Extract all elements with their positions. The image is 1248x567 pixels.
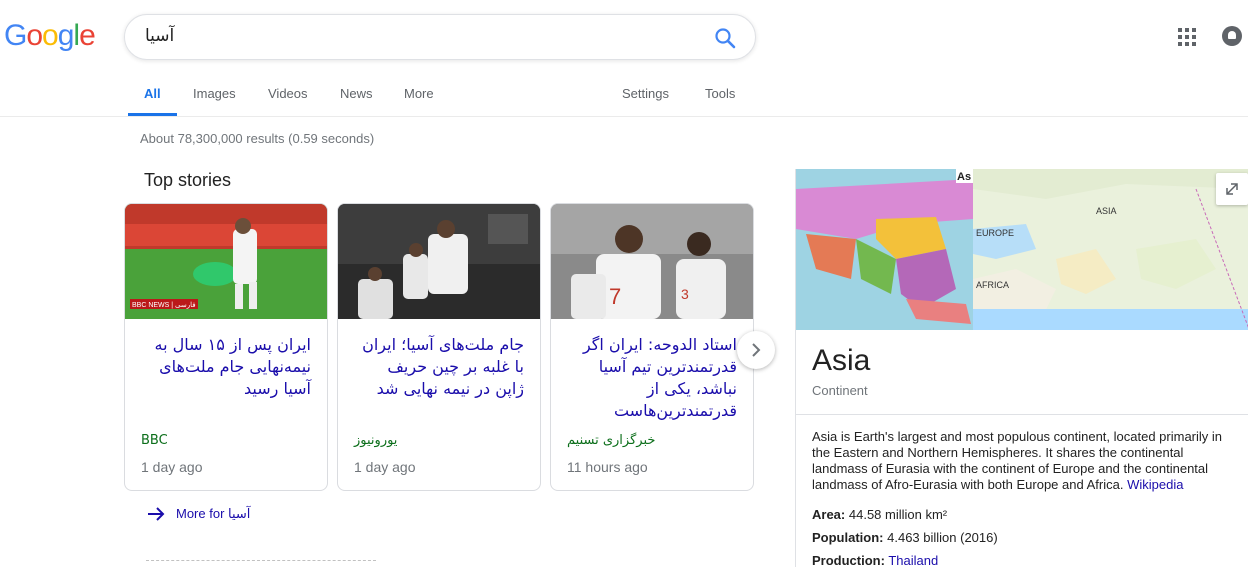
news-card-title[interactable]: ایران پس از ۱۵ سال به نیمه‌نهایی جام ملت…: [141, 334, 312, 400]
chevron-right-icon: [752, 343, 761, 357]
map-corner-label: As: [957, 171, 971, 183]
notifications-icon[interactable]: [1222, 26, 1242, 46]
divider: [796, 414, 1248, 415]
news-card-time: 1 day ago: [354, 459, 416, 475]
arrow-right-icon: [148, 507, 165, 521]
fact-value-link[interactable]: Thailand: [888, 553, 938, 567]
logo-letter-e: e: [79, 19, 96, 52]
news-card-1[interactable]: BBC NEWS | فارسی ایران پس از ۱۵ سال به ن…: [124, 203, 328, 491]
map-label-asia: ASIA: [1096, 206, 1117, 216]
logo-letter-g: G: [4, 19, 27, 52]
logo-letter-g2: g: [57, 19, 75, 52]
logo-letter-o2: o: [42, 19, 59, 52]
google-logo[interactable]: Google: [4, 19, 96, 53]
news-card-2[interactable]: جام ملت‌های آسیا؛ ایران با غلبه بر چین ح…: [337, 203, 541, 491]
tab-videos[interactable]: Videos: [268, 86, 308, 101]
tab-more[interactable]: More: [404, 86, 434, 101]
news-card-3[interactable]: 7 3 استاد الدوحه: ایران اگر قدرتمندترین …: [550, 203, 754, 491]
search-icon[interactable]: [713, 26, 737, 50]
wikipedia-link[interactable]: Wikipedia: [1127, 477, 1183, 492]
tab-news[interactable]: News: [340, 86, 373, 101]
tab-images[interactable]: Images: [193, 86, 236, 101]
fact-label: Population:: [812, 530, 884, 545]
tab-all[interactable]: All: [144, 86, 161, 101]
map-label-europe: EUROPE: [976, 228, 1014, 238]
carousel-next-button[interactable]: [737, 331, 775, 369]
news-card-time: 11 hours ago: [567, 459, 648, 475]
knowledge-panel: As ASIA EUROPE AFRICA Asia Continent Asi…: [795, 169, 1248, 567]
search-input[interactable]: آسیا: [145, 26, 174, 46]
asia-map-image[interactable]: As ASIA EUROPE AFRICA: [796, 169, 1248, 330]
tab-settings[interactable]: Settings: [622, 86, 669, 101]
knowledge-panel-title: Asia: [812, 344, 871, 377]
knowledge-panel-subtitle: Continent: [812, 383, 868, 398]
fact-value: 4.463 billion (2016): [887, 530, 998, 545]
tab-tools[interactable]: Tools: [705, 86, 735, 101]
fact-production: Production: Thailand: [812, 553, 938, 567]
news-card-source: یورونیوز: [354, 433, 398, 448]
news-card-time: 1 day ago: [141, 459, 203, 475]
news-card-image: [338, 204, 540, 319]
fact-label: Production:: [812, 553, 885, 567]
fact-label: Area:: [812, 507, 846, 522]
logo-letter-o1: o: [26, 19, 43, 52]
news-card-title[interactable]: جام ملت‌های آسیا؛ ایران با غلبه بر چین ح…: [354, 334, 524, 400]
fact-value: 44.58 million km²: [848, 507, 948, 522]
active-tab-indicator: [128, 113, 177, 116]
search-tabs: All Images Videos News More Settings Too…: [0, 60, 1248, 117]
apps-grid-icon[interactable]: [1178, 28, 1196, 46]
expand-map-button[interactable]: [1216, 173, 1248, 205]
fact-population: Population: 4.463 billion (2016): [812, 530, 998, 545]
news-card-image: 7 3: [551, 204, 753, 319]
search-box[interactable]: آسیا: [124, 14, 756, 60]
top-stories-heading: Top stories: [144, 170, 232, 190]
svg-text:3: 3: [681, 286, 689, 302]
map-label-africa: AFRICA: [976, 280, 1009, 290]
knowledge-panel-description: Asia is Earth's largest and most populou…: [812, 429, 1240, 493]
fact-area: Area: 44.58 million km²: [812, 507, 947, 522]
svg-text:7: 7: [609, 284, 621, 309]
bbc-badge-text: BBC NEWS | فارسی: [132, 301, 196, 309]
next-result-partial: [146, 560, 376, 564]
expand-icon: [1226, 183, 1238, 195]
news-card-source: BBC: [141, 433, 168, 448]
more-for-label[interactable]: More for آسیا: [176, 506, 250, 522]
result-stats: About 78,300,000 results (0.59 seconds): [140, 131, 375, 146]
news-card-title[interactable]: استاد الدوحه: ایران اگر قدرتمندترین تیم …: [567, 334, 737, 422]
news-card-image: BBC NEWS | فارسی: [125, 204, 327, 319]
news-card-source: خبرگزاری تسنیم: [567, 433, 656, 448]
